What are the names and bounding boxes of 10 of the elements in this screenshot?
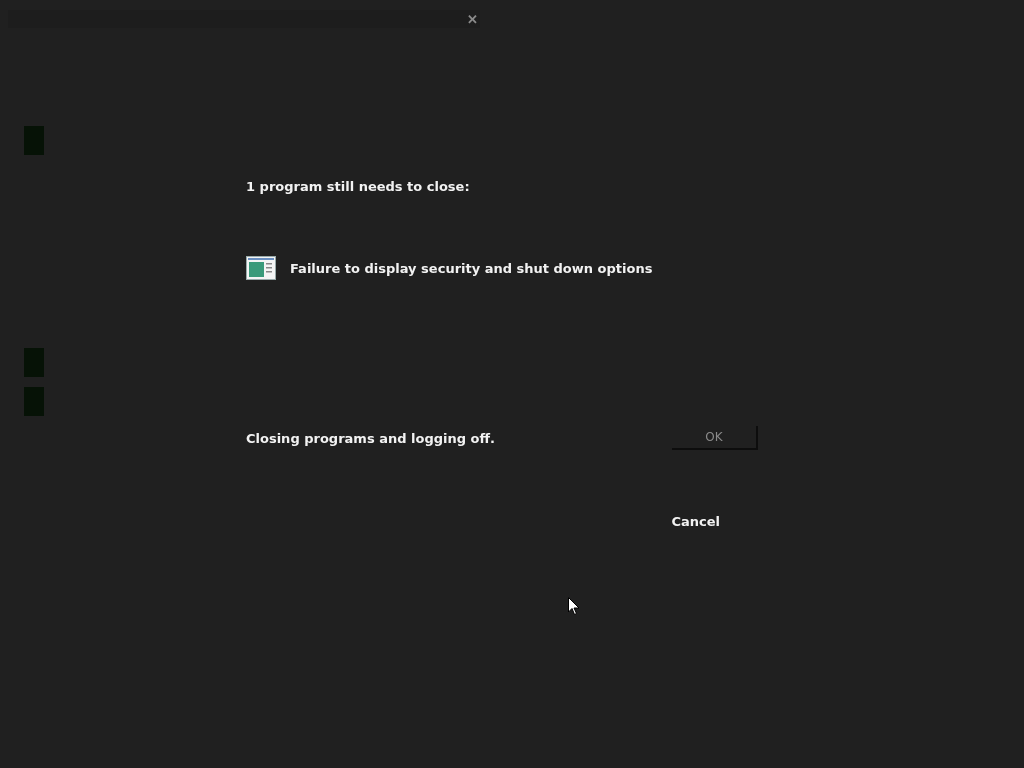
desktop-tile — [24, 387, 44, 416]
desktop-tile — [24, 126, 44, 155]
mouse-cursor-icon — [568, 597, 580, 616]
window-icon — [246, 256, 276, 280]
cancel-button[interactable]: Cancel — [665, 513, 726, 530]
desktop-tile — [24, 348, 44, 377]
program-name: Failure to display security and shut down options — [290, 260, 653, 276]
message-text: 1 program still needs to close: — [246, 179, 471, 194]
close-button[interactable]: ✕ — [465, 10, 480, 28]
status-text: Closing programs and logging off. — [246, 430, 495, 446]
